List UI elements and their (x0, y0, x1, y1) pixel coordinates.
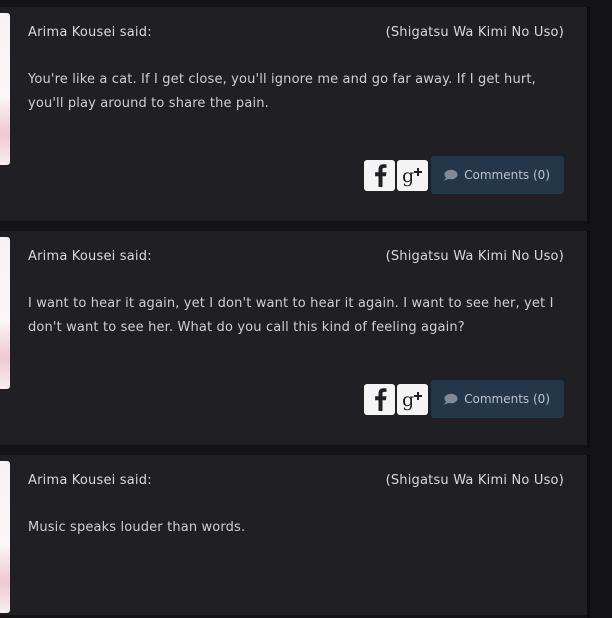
facebook-icon (374, 164, 387, 187)
author-label: Arima Kousei said: (28, 25, 152, 40)
quote-card: Arima Kousei said: (Shigatsu Wa Kimi No … (0, 231, 590, 448)
comments-count-label: Comments (0) (464, 168, 550, 182)
avatar[interactable] (0, 461, 10, 613)
share-actions: g Comments (0) (364, 156, 564, 194)
card-shadow (587, 7, 590, 224)
quote-card: Arima Kousei said: (Shigatsu Wa Kimi No … (0, 7, 590, 224)
source-link[interactable]: (Shigatsu Wa Kimi No Uso) (386, 473, 564, 488)
svg-text:g: g (402, 165, 414, 187)
speech-bubble-icon (444, 169, 458, 181)
quote-text: Music speaks louder than words. (28, 520, 246, 535)
avatar[interactable] (0, 13, 10, 165)
svg-text:g: g (402, 389, 414, 411)
author-label: Arima Kousei said: (28, 473, 152, 488)
card-shadow (587, 455, 590, 618)
comments-button[interactable]: Comments (0) (431, 156, 564, 194)
quote-card: Arima Kousei said: (Shigatsu Wa Kimi No … (0, 455, 590, 618)
comments-count-label: Comments (0) (464, 392, 550, 406)
google-plus-share-button[interactable]: g (397, 159, 429, 191)
facebook-share-button[interactable] (364, 159, 396, 191)
author-label: Arima Kousei said: (28, 249, 152, 264)
google-plus-icon: g (402, 165, 422, 187)
source-link[interactable]: (Shigatsu Wa Kimi No Uso) (386, 25, 564, 40)
speech-bubble-icon (444, 393, 458, 405)
facebook-icon (374, 388, 387, 411)
share-actions: g Comments (0) (364, 380, 564, 418)
facebook-share-button[interactable] (364, 383, 396, 415)
source-link[interactable]: (Shigatsu Wa Kimi No Uso) (386, 249, 564, 264)
quote-text: You're like a cat. If I get close, you'l… (28, 72, 536, 111)
google-plus-share-button[interactable]: g (397, 383, 429, 415)
avatar[interactable] (0, 237, 10, 389)
comments-button[interactable]: Comments (0) (431, 380, 564, 418)
google-plus-icon: g (402, 389, 422, 411)
quote-text: I want to hear it again, yet I don't wan… (28, 296, 554, 335)
card-shadow (587, 231, 590, 448)
